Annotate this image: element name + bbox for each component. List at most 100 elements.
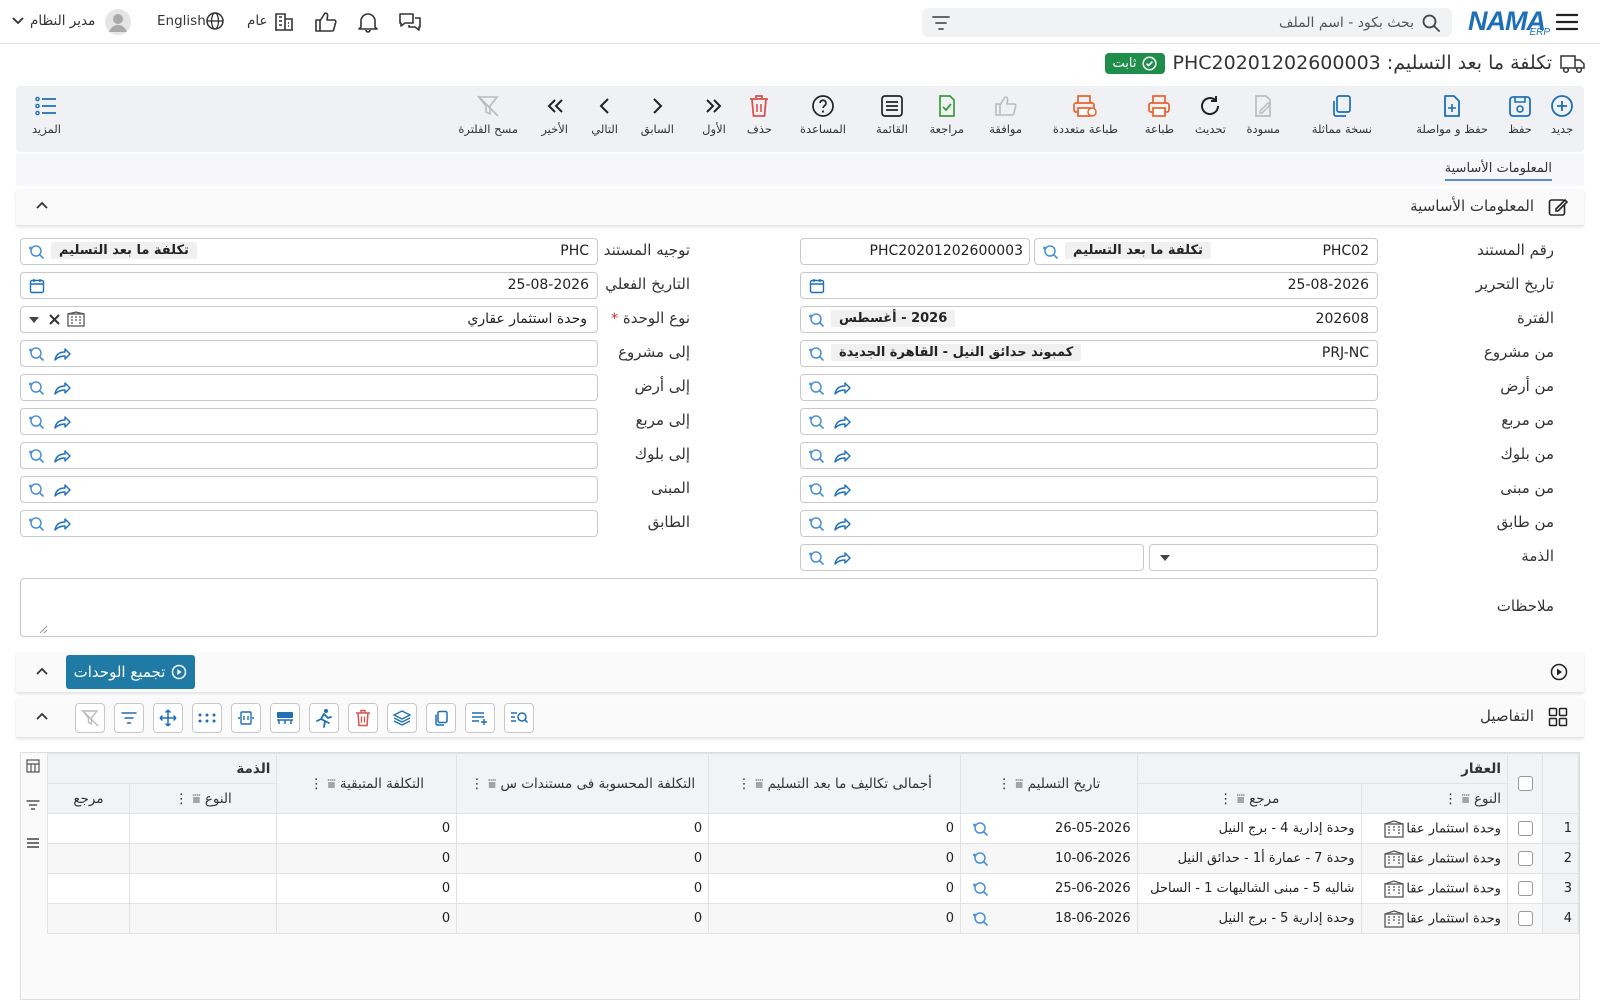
chevron-down-icon[interactable] xyxy=(12,16,24,26)
previous-button[interactable]: السابق xyxy=(641,94,674,148)
total-cost-cell[interactable]: 0 xyxy=(708,903,962,934)
dots-grid-button[interactable] xyxy=(192,703,222,733)
calc-cost-cell[interactable]: 0 xyxy=(456,843,710,874)
column-filter-icon[interactable]: ⩸ xyxy=(755,776,763,792)
remaining-cell[interactable]: 0 xyxy=(276,903,458,934)
doc-direction-field[interactable]: PHC تكلفة ما بعد التسليم xyxy=(20,238,598,265)
date-cell[interactable]: 25-06-2026 xyxy=(960,873,1138,904)
new-button[interactable]: جديد xyxy=(1550,94,1574,148)
open-link-icon[interactable] xyxy=(53,414,71,430)
open-link-icon[interactable] xyxy=(833,448,851,464)
total-cost-cell[interactable]: 0 xyxy=(708,813,962,844)
table-row[interactable]: 4 وحدة استثمار عقا وحدة إدارية 5 - برج ا… xyxy=(47,903,1579,934)
ref-header[interactable]: مرجع ⩸ ⋮ xyxy=(1136,783,1362,814)
open-link-icon[interactable] xyxy=(53,346,71,362)
column-menu-icon[interactable]: ⋮ xyxy=(470,776,484,792)
last-button[interactable]: الأخير xyxy=(541,94,568,148)
row-checkbox[interactable] xyxy=(1517,911,1533,926)
floor-field[interactable] xyxy=(20,510,598,537)
unit-type-select[interactable]: وحدة استثمار عقاري xyxy=(20,306,598,333)
liability-ref-cell[interactable] xyxy=(47,843,130,874)
clear-filter-rows-button[interactable] xyxy=(75,703,105,733)
type-cell[interactable]: وحدة استثمار عقا xyxy=(1360,843,1508,874)
column-chooser-icon[interactable] xyxy=(26,759,40,773)
type-header[interactable]: النوع ⩸ ⋮ xyxy=(1360,783,1508,814)
open-link-icon[interactable] xyxy=(833,380,851,396)
filter-icon[interactable] xyxy=(932,15,950,31)
lookup-icon[interactable] xyxy=(807,448,825,464)
column-filter-icon[interactable]: ⩸ xyxy=(327,776,335,792)
lookup-icon[interactable] xyxy=(27,244,45,260)
nama-logo[interactable]: NAMA ERP xyxy=(1468,4,1552,38)
next-button[interactable]: التالي xyxy=(591,94,618,148)
play-circle-icon[interactable] xyxy=(1550,663,1568,681)
delivery-date-header[interactable]: تاريخ التسليم ⩸ ⋮ xyxy=(960,753,1138,814)
remaining-cell[interactable]: 0 xyxy=(276,843,458,874)
column-menu-icon[interactable]: ⋮ xyxy=(175,791,189,807)
lookup-icon[interactable] xyxy=(27,346,45,362)
type-cell[interactable]: وحدة استثمار عقا xyxy=(1360,873,1508,904)
to-land-field[interactable] xyxy=(20,374,598,401)
calc-cost-cell[interactable]: 0 xyxy=(456,813,710,844)
lookup-icon[interactable] xyxy=(807,516,825,532)
open-link-icon[interactable] xyxy=(53,482,71,498)
type-cell[interactable]: وحدة استثمار عقا xyxy=(1360,903,1508,934)
company-label[interactable]: عام xyxy=(247,13,268,29)
chevron-up-icon[interactable] xyxy=(36,711,48,721)
from-square-field[interactable] xyxy=(800,408,1378,435)
lookup-icon[interactable] xyxy=(27,380,45,396)
multi-print-button[interactable]: طباعة متعددة xyxy=(1053,94,1118,148)
from-project-field[interactable]: PRJ-NC كمبوند حدائق النيل - القاهرة الجد… xyxy=(800,340,1378,367)
lookup-icon[interactable] xyxy=(807,550,825,566)
move-arrows-button[interactable] xyxy=(153,703,183,733)
refresh-button[interactable]: تحديث xyxy=(1195,94,1226,148)
lookup-icon[interactable] xyxy=(807,312,825,328)
duplicate-button[interactable]: نسخة مماثلة xyxy=(1312,94,1372,148)
user-avatar[interactable] xyxy=(104,8,132,36)
remaining-cell[interactable]: 0 xyxy=(276,813,458,844)
ref-cell[interactable]: شاليه 5 - مبنى الشاليهات 1 - الساحل xyxy=(1136,873,1362,904)
table-row[interactable]: 2 وحدة استثمار عقا وحدة 7 - عمارة أ1 - ح… xyxy=(47,843,1579,874)
liability-type-select[interactable] xyxy=(1149,544,1378,571)
bell-icon[interactable] xyxy=(357,11,379,33)
row-checkbox[interactable] xyxy=(1517,851,1533,866)
building-field[interactable] xyxy=(20,476,598,503)
lookup-icon[interactable] xyxy=(971,821,989,837)
from-block-field[interactable] xyxy=(800,442,1378,469)
lookup-icon[interactable] xyxy=(807,414,825,430)
total-cost-cell[interactable]: 0 xyxy=(708,873,962,904)
from-land-field[interactable] xyxy=(800,374,1378,401)
chevron-up-icon[interactable] xyxy=(36,666,48,676)
review-button[interactable]: مراجعة xyxy=(929,94,964,148)
liability-type-cell[interactable] xyxy=(128,813,278,844)
liability-type-cell[interactable] xyxy=(128,843,278,874)
column-menu-icon[interactable]: ⋮ xyxy=(997,776,1011,792)
lookup-icon[interactable] xyxy=(971,851,989,867)
open-link-icon[interactable] xyxy=(53,380,71,396)
ref-cell[interactable]: وحدة إدارية 5 - برج النيل xyxy=(1136,903,1362,934)
save-continue-button[interactable]: حفظ و مواصلة xyxy=(1416,94,1488,148)
search-rows-button[interactable] xyxy=(504,703,534,733)
column-filter-icon[interactable]: ⩸ xyxy=(488,776,496,792)
to-project-field[interactable] xyxy=(20,340,598,367)
lookup-icon[interactable] xyxy=(27,516,45,532)
help-button[interactable]: المساعدة xyxy=(800,94,846,148)
ref-cell[interactable]: وحدة 7 - عمارة أ1 - حدائق النيل xyxy=(1136,843,1362,874)
copy-rows-button[interactable] xyxy=(426,703,456,733)
lookup-icon[interactable] xyxy=(971,911,989,927)
period-field[interactable]: 202608 2026 - أغسطس xyxy=(800,306,1378,333)
doc-number-field[interactable]: PHC20201202600003 xyxy=(800,238,1030,265)
calendar-icon[interactable] xyxy=(29,278,45,294)
calc-cost-cell[interactable]: 0 xyxy=(456,873,710,904)
edit-date-field[interactable]: 25-08-2026 xyxy=(800,272,1378,299)
liability-type-cell[interactable] xyxy=(128,873,278,904)
chat-icon[interactable] xyxy=(398,11,422,33)
search-input[interactable] xyxy=(974,8,1414,37)
save-button[interactable]: حفظ xyxy=(1508,94,1532,148)
lookup-icon[interactable] xyxy=(27,448,45,464)
open-link-icon[interactable] xyxy=(833,550,851,566)
open-link-icon[interactable] xyxy=(833,414,851,430)
open-link-icon[interactable] xyxy=(833,482,851,498)
layers-button[interactable] xyxy=(387,703,417,733)
fit-columns-button[interactable] xyxy=(231,703,261,733)
